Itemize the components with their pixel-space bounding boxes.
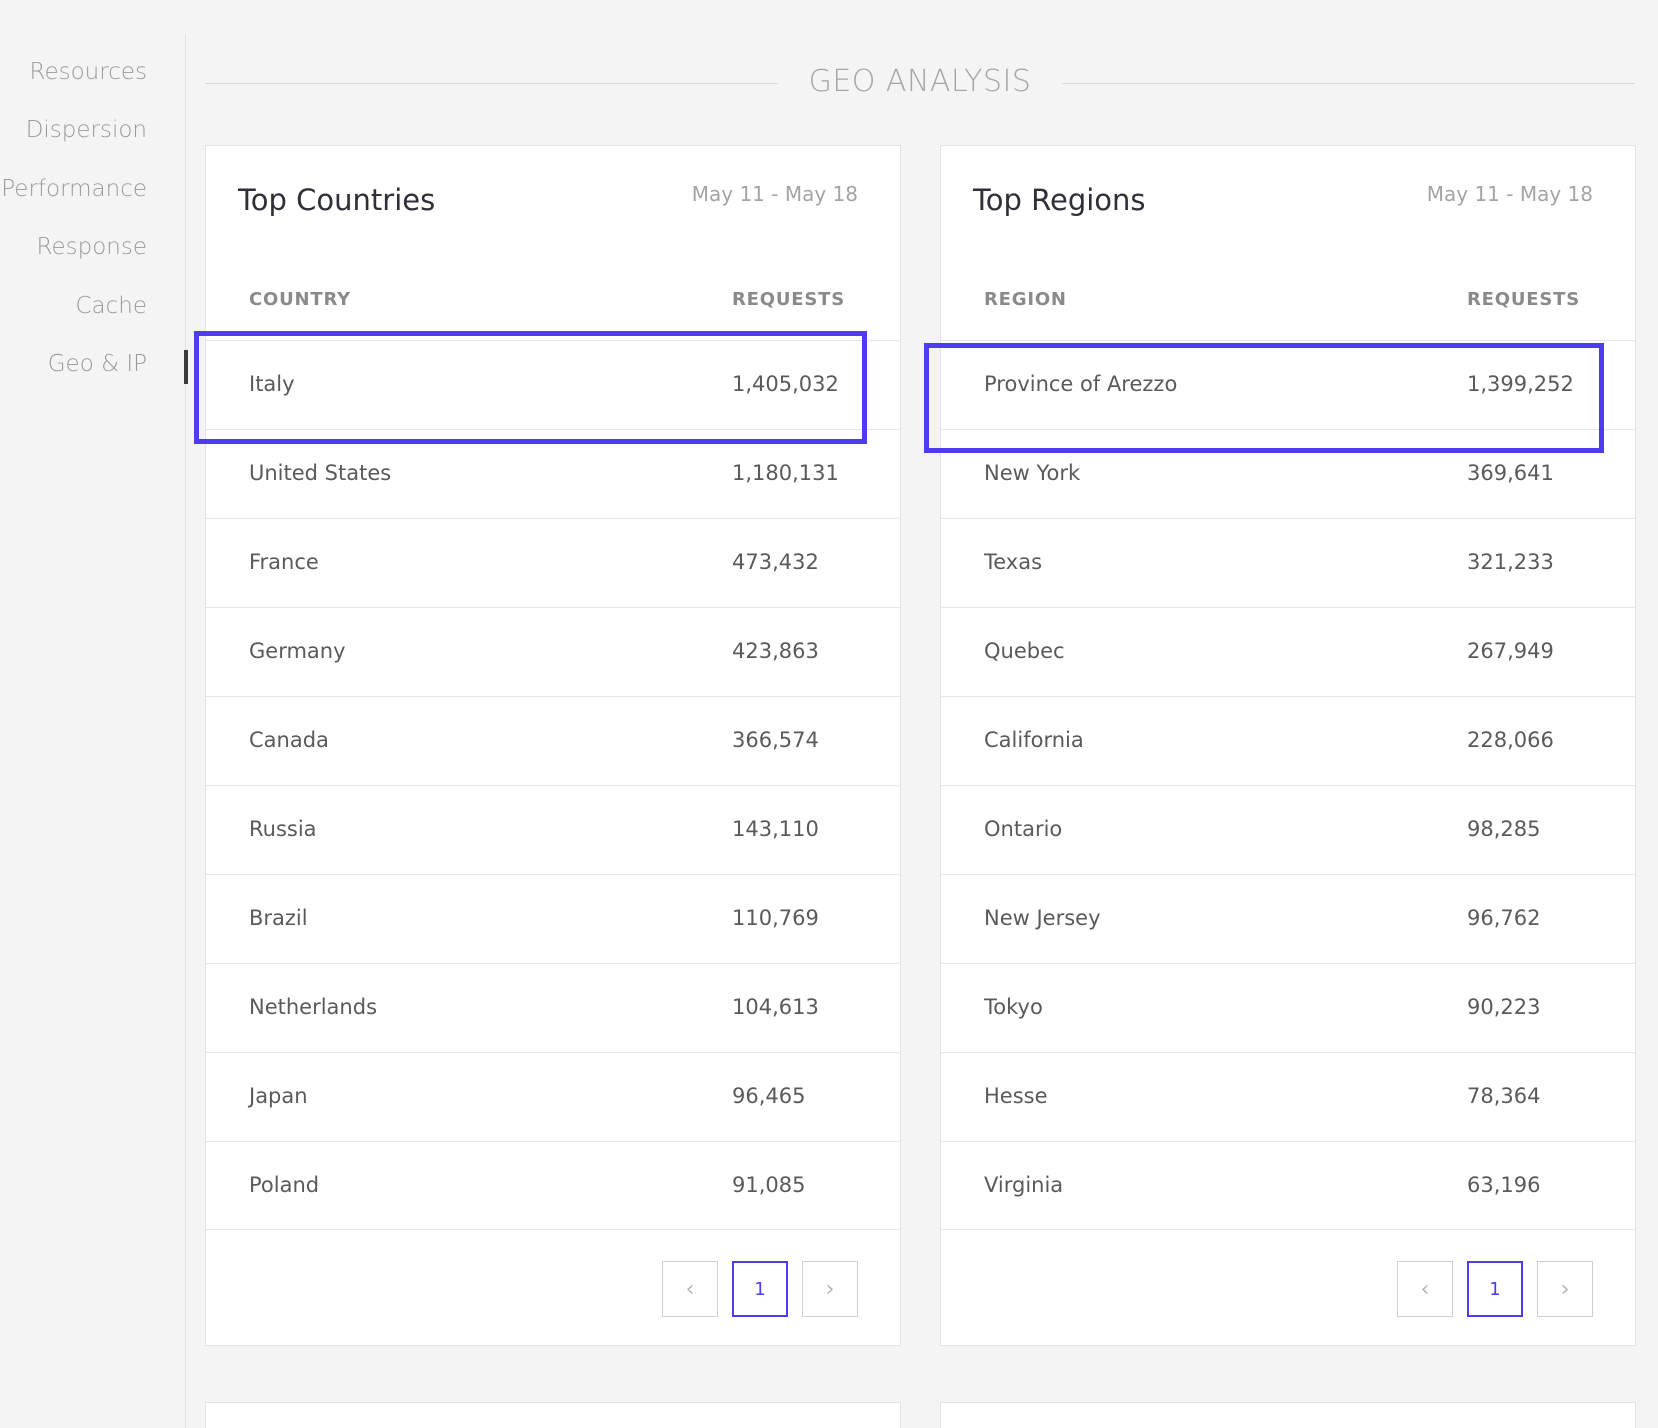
table-row[interactable]: Province of Arezzo 1,399,252 xyxy=(941,340,1635,429)
sidebar-item-cache[interactable]: Cache xyxy=(75,293,147,319)
table-row[interactable]: Hesse 78,364 xyxy=(941,1052,1635,1141)
table-row[interactable]: Japan 96,465 xyxy=(206,1052,900,1141)
country-name: Poland xyxy=(249,1173,320,1197)
request-count: 366,574 xyxy=(732,728,819,752)
country-name: Japan xyxy=(249,1084,308,1108)
region-name: New York xyxy=(984,461,1081,485)
request-count: 267,949 xyxy=(1467,639,1554,663)
page-1-button[interactable]: 1 xyxy=(732,1261,788,1317)
card-title: Top Regions xyxy=(973,183,1146,217)
prev-page-button[interactable]: ‹ xyxy=(1397,1261,1453,1317)
next-page-button[interactable]: › xyxy=(802,1261,858,1317)
country-name: United States xyxy=(249,461,392,485)
request-count: 228,066 xyxy=(1467,728,1554,752)
region-name: Hesse xyxy=(984,1084,1048,1108)
sidebar: Resources Dispersion Performance Respons… xyxy=(0,34,186,1428)
request-count: 98,285 xyxy=(1467,817,1541,841)
country-name: Canada xyxy=(249,728,329,752)
region-name: Quebec xyxy=(984,639,1065,663)
table-row[interactable]: Russia 143,110 xyxy=(206,785,900,874)
prev-page-button[interactable]: ‹ xyxy=(662,1261,718,1317)
region-name: Virginia xyxy=(984,1173,1064,1197)
request-count: 63,196 xyxy=(1467,1173,1541,1197)
country-name: Russia xyxy=(249,817,317,841)
table-row[interactable]: New Jersey 96,762 xyxy=(941,874,1635,963)
top-countries-card: Top Countries May 11 - May 18 COUNTRY RE… xyxy=(205,145,901,1346)
pagination: ‹ 1 › xyxy=(1397,1261,1593,1317)
date-range: May 11 - May 18 xyxy=(1426,182,1593,206)
request-count: 110,769 xyxy=(732,906,819,930)
request-count: 104,613 xyxy=(732,995,819,1019)
section-title: GEO ANALYSIS xyxy=(808,64,1032,99)
column-header-requests: REQUESTS xyxy=(732,289,845,310)
country-name: Italy xyxy=(249,372,295,396)
column-header-region: REGION xyxy=(984,289,1067,310)
request-count: 90,223 xyxy=(1467,995,1541,1019)
region-name: California xyxy=(984,728,1084,752)
lower-card-right xyxy=(940,1402,1636,1428)
regions-table: Province of Arezzo 1,399,252 New York 369,… xyxy=(941,340,1635,1230)
table-row[interactable]: United States 1,180,131 xyxy=(206,429,900,518)
request-count: 96,465 xyxy=(732,1084,806,1108)
country-name: France xyxy=(249,550,319,574)
request-count: 321,233 xyxy=(1467,550,1554,574)
column-header-requests: REQUESTS xyxy=(1467,289,1580,310)
region-name: New Jersey xyxy=(984,906,1101,930)
column-header-country: COUNTRY xyxy=(249,289,351,310)
table-row[interactable]: California 228,066 xyxy=(941,696,1635,785)
request-count: 473,432 xyxy=(732,550,819,574)
table-row[interactable]: Quebec 267,949 xyxy=(941,607,1635,696)
request-count: 78,364 xyxy=(1467,1084,1541,1108)
region-name: Texas xyxy=(984,550,1043,574)
region-name: Province of Arezzo xyxy=(984,372,1178,396)
table-row[interactable]: France 473,432 xyxy=(206,518,900,607)
table-row[interactable]: Germany 423,863 xyxy=(206,607,900,696)
lower-card-left xyxy=(205,1402,901,1428)
top-regions-card: Top Regions May 11 - May 18 REGION REQUE… xyxy=(940,145,1636,1346)
date-range: May 11 - May 18 xyxy=(691,182,858,206)
sidebar-item-dispersion[interactable]: Dispersion xyxy=(26,117,147,143)
table-row[interactable]: Poland 91,085 xyxy=(206,1141,900,1230)
request-count: 143,110 xyxy=(732,817,819,841)
sidebar-item-performance[interactable]: Performance xyxy=(1,176,147,202)
request-count: 1,180,131 xyxy=(732,461,839,485)
next-page-button[interactable]: › xyxy=(1537,1261,1593,1317)
table-row[interactable]: Tokyo 90,223 xyxy=(941,963,1635,1052)
request-count: 423,863 xyxy=(732,639,819,663)
request-count: 1,399,252 xyxy=(1467,372,1574,396)
section-divider-right xyxy=(1062,83,1635,84)
sidebar-item-resources[interactable]: Resources xyxy=(30,59,147,85)
country-name: Netherlands xyxy=(249,995,378,1019)
pagination: ‹ 1 › xyxy=(662,1261,858,1317)
sidebar-item-geo-ip[interactable]: Geo & IP xyxy=(48,351,147,377)
sidebar-active-indicator xyxy=(184,350,188,384)
request-count: 91,085 xyxy=(732,1173,806,1197)
page-1-button[interactable]: 1 xyxy=(1467,1261,1523,1317)
country-name: Germany xyxy=(249,639,346,663)
country-name: Brazil xyxy=(249,906,308,930)
request-count: 96,762 xyxy=(1467,906,1541,930)
card-title: Top Countries xyxy=(238,183,436,217)
section-header: GEO ANALYSIS xyxy=(205,64,1635,104)
region-name: Tokyo xyxy=(984,995,1043,1019)
table-row[interactable]: Italy 1,405,032 xyxy=(206,340,900,429)
table-row[interactable]: Netherlands 104,613 xyxy=(206,963,900,1052)
countries-table: Italy 1,405,032 United States 1,180,131 Fr… xyxy=(206,340,900,1230)
sidebar-item-response[interactable]: Response xyxy=(37,234,147,260)
table-row[interactable]: Texas 321,233 xyxy=(941,518,1635,607)
table-row[interactable]: Canada 366,574 xyxy=(206,696,900,785)
table-row[interactable]: Virginia 63,196 xyxy=(941,1141,1635,1230)
table-row[interactable]: Brazil 110,769 xyxy=(206,874,900,963)
table-row[interactable]: New York 369,641 xyxy=(941,429,1635,518)
region-name: Ontario xyxy=(984,817,1063,841)
request-count: 1,405,032 xyxy=(732,372,839,396)
table-row[interactable]: Ontario 98,285 xyxy=(941,785,1635,874)
request-count: 369,641 xyxy=(1467,461,1554,485)
